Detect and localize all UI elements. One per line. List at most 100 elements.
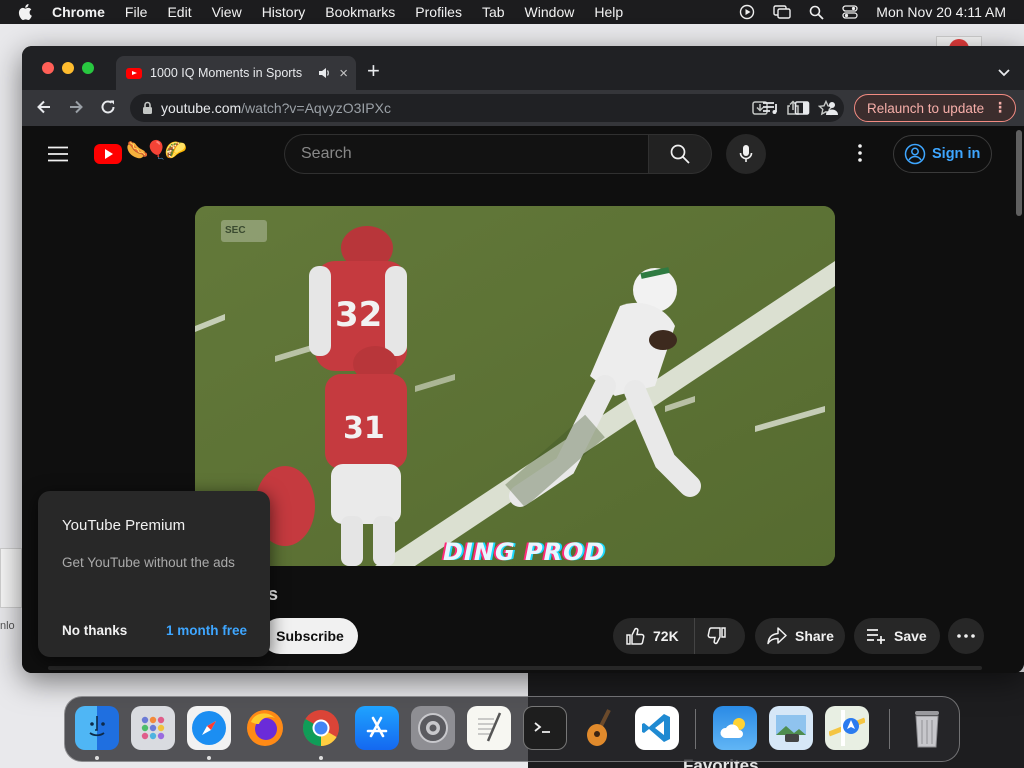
chrome-running-indicator bbox=[319, 756, 323, 760]
menu-view[interactable]: View bbox=[212, 4, 242, 20]
menu-file[interactable]: File bbox=[125, 4, 148, 20]
menu-profiles[interactable]: Profiles bbox=[415, 4, 462, 20]
like-count: 72K bbox=[653, 628, 679, 644]
account-circle-icon bbox=[904, 143, 926, 165]
youtube-page: 🌭🎈🌮 Sign in bbox=[22, 126, 1024, 673]
sign-in-button[interactable]: Sign in bbox=[893, 135, 992, 173]
more-actions-button[interactable] bbox=[948, 618, 984, 654]
menu-tab[interactable]: Tab bbox=[482, 4, 505, 20]
menu-history[interactable]: History bbox=[262, 4, 306, 20]
launchpad-icon[interactable] bbox=[131, 706, 175, 750]
search-input[interactable] bbox=[285, 135, 648, 173]
tab-search-chevron-icon[interactable] bbox=[998, 64, 1010, 82]
new-tab-button[interactable]: + bbox=[367, 58, 380, 84]
like-dislike-group: 72K bbox=[613, 618, 745, 654]
menu-bookmarks[interactable]: Bookmarks bbox=[325, 4, 395, 20]
no-thanks-button[interactable]: No thanks bbox=[62, 623, 127, 638]
address-bar[interactable]: youtube.com/watch?v=AqvyzO3IPXc bbox=[130, 94, 844, 122]
page-scrollbar[interactable] bbox=[1016, 130, 1022, 216]
relaunch-to-update-button[interactable]: Relaunch to update ⋮ bbox=[854, 94, 1016, 122]
control-center-icon[interactable] bbox=[842, 5, 858, 19]
safari-icon[interactable] bbox=[187, 706, 231, 750]
finder-icon[interactable] bbox=[75, 706, 119, 750]
spotlight-search-icon[interactable] bbox=[809, 5, 824, 20]
window-zoom-button[interactable] bbox=[82, 62, 94, 74]
save-label: Save bbox=[894, 628, 927, 644]
subscribe-button[interactable]: Subscribe bbox=[262, 618, 358, 654]
window-minimize-button[interactable] bbox=[62, 62, 74, 74]
url-path: /watch?v=AqvyzO3IPXc bbox=[241, 100, 391, 116]
save-button[interactable]: Save bbox=[854, 618, 940, 654]
description-box-edge bbox=[48, 666, 982, 670]
youtube-premium-popup: YouTube Premium Get YouTube without the … bbox=[38, 491, 270, 657]
like-button[interactable]: 72K bbox=[613, 618, 695, 654]
menubar-clock[interactable]: Mon Nov 20 4:11 AM bbox=[876, 4, 1006, 20]
svg-text:31: 31 bbox=[343, 411, 385, 446]
trash-icon[interactable] bbox=[905, 706, 949, 750]
back-arrow-icon[interactable] bbox=[36, 99, 52, 120]
apple-logo-icon[interactable] bbox=[18, 4, 36, 20]
share-arrow-icon bbox=[767, 627, 787, 645]
svg-text:32: 32 bbox=[335, 295, 382, 335]
visual-studio-code-icon[interactable] bbox=[635, 706, 679, 750]
youtube-logo-icon[interactable] bbox=[94, 144, 122, 164]
profile-avatar-icon[interactable] bbox=[824, 100, 840, 121]
menu-window[interactable]: Window bbox=[525, 4, 575, 20]
microphone-icon bbox=[739, 145, 753, 162]
tab-close-icon[interactable]: × bbox=[339, 65, 348, 82]
forward-arrow-icon[interactable] bbox=[68, 99, 84, 120]
settings-more-icon[interactable] bbox=[858, 144, 862, 167]
dock-separator-trash bbox=[889, 709, 890, 749]
voice-search-button[interactable] bbox=[726, 134, 766, 174]
window-close-button[interactable] bbox=[42, 62, 54, 74]
broadcast-network-logo: SEC bbox=[221, 220, 267, 242]
more-horizontal-icon bbox=[957, 634, 975, 638]
dock-separator bbox=[695, 709, 696, 749]
share-button[interactable]: Share bbox=[755, 618, 845, 654]
premium-description: Get YouTube without the ads bbox=[62, 555, 235, 570]
search-button[interactable] bbox=[648, 134, 712, 174]
browser-toolbar: youtube.com/watch?v=AqvyzO3IPXc Relaunch… bbox=[22, 90, 1024, 126]
desktop-widget-fragment bbox=[0, 548, 22, 608]
youtube-doodle[interactable]: 🌭🎈🌮 bbox=[126, 140, 187, 161]
desktop-partial-label: nlo bbox=[0, 620, 15, 632]
safari-running-indicator bbox=[207, 756, 211, 760]
media-controls-icon[interactable] bbox=[762, 100, 780, 121]
weather-icon[interactable] bbox=[713, 706, 757, 750]
garageband-icon[interactable] bbox=[579, 706, 623, 750]
menu-help[interactable]: Help bbox=[594, 4, 623, 20]
chrome-menu-icon[interactable]: ⋮ bbox=[993, 99, 1007, 116]
url-host: youtube.com bbox=[161, 100, 242, 116]
menu-edit[interactable]: Edit bbox=[167, 4, 191, 20]
textedit-icon[interactable] bbox=[467, 706, 511, 750]
guide-menu-icon[interactable] bbox=[48, 146, 68, 167]
google-chrome-icon[interactable] bbox=[299, 706, 343, 750]
preview-icon[interactable] bbox=[769, 706, 813, 750]
video-watermark-text: DING PROD bbox=[443, 538, 606, 566]
menu-app-chrome[interactable]: Chrome bbox=[52, 4, 105, 20]
menu-bar: Chrome File Edit View History Bookmarks … bbox=[0, 0, 1024, 24]
search-field[interactable] bbox=[284, 134, 648, 174]
free-trial-button[interactable]: 1 month free bbox=[166, 623, 247, 638]
system-settings-icon[interactable] bbox=[411, 706, 455, 750]
screen-mirroring-icon[interactable] bbox=[773, 5, 791, 19]
site-info-lock-icon[interactable] bbox=[142, 101, 153, 115]
side-panel-icon[interactable] bbox=[794, 100, 810, 121]
chrome-window: 1000 IQ Moments in Sports × + youtube.co… bbox=[22, 46, 1024, 673]
tab-youtube-video[interactable]: 1000 IQ Moments in Sports × bbox=[116, 56, 356, 90]
macos-dock bbox=[64, 696, 960, 762]
video-player[interactable]: 32 31 SEC DING PROD bbox=[195, 206, 835, 566]
play-circle-icon[interactable] bbox=[739, 4, 755, 20]
app-store-icon[interactable] bbox=[355, 706, 399, 750]
dislike-button[interactable] bbox=[695, 626, 727, 646]
tab-title: 1000 IQ Moments in Sports bbox=[150, 66, 303, 80]
tab-audio-playing-icon[interactable] bbox=[318, 67, 331, 79]
search-icon bbox=[670, 144, 690, 164]
sign-in-label: Sign in bbox=[932, 146, 981, 162]
playlist-add-icon bbox=[867, 629, 885, 644]
maps-icon[interactable] bbox=[825, 706, 869, 750]
reload-icon[interactable] bbox=[100, 99, 116, 120]
terminal-icon[interactable] bbox=[523, 706, 567, 750]
relaunch-label: Relaunch to update bbox=[867, 100, 985, 116]
firefox-icon[interactable] bbox=[243, 706, 287, 750]
